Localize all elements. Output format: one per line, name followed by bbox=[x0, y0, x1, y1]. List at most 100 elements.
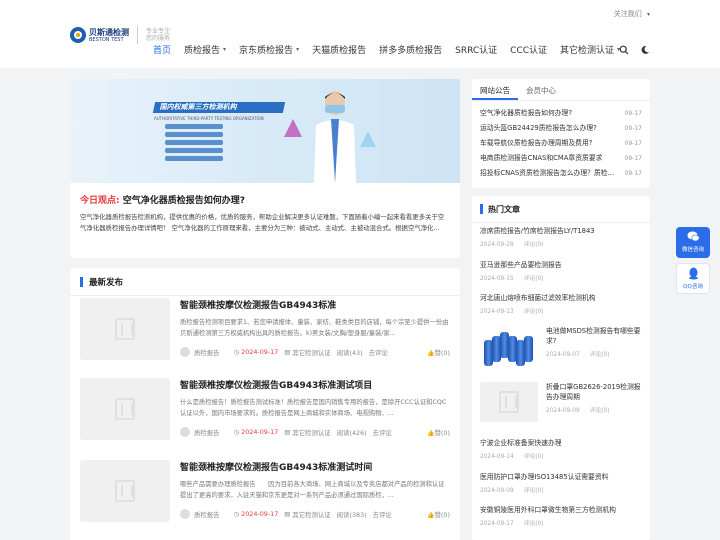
today-view-body: 空气净化器质检报告检测机构，提供优惠的价格，优质的服务，帮助企业解决更多认证难题… bbox=[80, 213, 445, 232]
placeholder-image-icon bbox=[499, 391, 519, 413]
post-thumbnail[interactable] bbox=[80, 298, 170, 360]
post-item[interactable]: 智能颈椎按摩仪检测报告GB4943标准 质检报告检测项目要求1、若您申请报体、童装… bbox=[80, 298, 450, 374]
notice-item[interactable]: 招投标CNAS资质检测报告怎么办理？质检... 09-17 bbox=[480, 166, 642, 181]
hot-article-date: 2024-09-15 bbox=[480, 276, 514, 282]
hero-banner[interactable]: 国内权威第三方检测机构 AUTHORITATIVE THIRD-PARTY TE… bbox=[70, 79, 460, 183]
post-title[interactable]: 智能颈椎按摩仪检测报告GB4943标准测试项目 bbox=[180, 378, 372, 391]
article-thumbnail[interactable] bbox=[480, 382, 538, 422]
tab-member-center[interactable]: 会员中心 bbox=[518, 79, 564, 100]
qq-consult-label: QQ咨询 bbox=[683, 284, 703, 290]
nav-item[interactable]: 拼多多质检报告 bbox=[379, 43, 442, 56]
clock-icon: ◷ bbox=[233, 510, 240, 518]
hot-article-date: 2024-09-09 bbox=[480, 488, 514, 494]
latest-heading: 最新发布 bbox=[70, 268, 460, 296]
notice-item[interactable]: 空气净化器质检报告如何办理? 09-17 bbox=[480, 106, 642, 121]
flask-image bbox=[360, 131, 376, 147]
folder-icon: ▤ bbox=[284, 348, 291, 356]
hot-articles: 热门文章 凉席质检报告/竹席检测报告LY/T1843 2024-09-28 评论(0… bbox=[472, 196, 650, 540]
post-author[interactable]: 质检报告 bbox=[194, 348, 220, 357]
nav-item[interactable]: 首页 bbox=[153, 43, 171, 56]
post-likes: 赞(0) bbox=[434, 510, 450, 519]
like-button[interactable]: 👍赞(0) bbox=[427, 428, 450, 437]
nav-item[interactable]: 其它检测认证 ▾ bbox=[560, 43, 620, 56]
notice-item[interactable]: 电商质检测报告CNAS和CMA章资质要求 09-17 bbox=[480, 151, 642, 166]
banner-title: 国内权威第三方检测机构 bbox=[152, 102, 286, 113]
hot-article-item[interactable]: 宁波企业标准备案快速办理 2024-09-14 评论(0) bbox=[480, 438, 645, 460]
hot-article-item[interactable]: 医用防护口罩办理ISO13485认证需要资料 2024-09-09 评论(0) bbox=[480, 472, 645, 494]
hot-article-text: 折叠口罩GB2626-2019检测报告办理周期 2024-09-09 评论(0) bbox=[546, 382, 646, 414]
post-date: 2024-09-17 bbox=[241, 510, 279, 518]
moon-icon[interactable] bbox=[640, 45, 650, 55]
today-view-heading[interactable]: 今日观点: 空气净化器质检报告如何办理? bbox=[80, 193, 450, 206]
today-view-title: 空气净化器质检报告如何办理? bbox=[122, 196, 245, 206]
post-item[interactable]: 智能颈椎按摩仪检测报告GB4943标准测试时间 哪些产品需要办理质检报告 因为目前… bbox=[80, 460, 450, 536]
post-category[interactable]: 其它检测认证 bbox=[292, 428, 330, 437]
logo-divider bbox=[137, 26, 138, 44]
search-icon[interactable] bbox=[619, 45, 629, 55]
nav-item[interactable]: 天猫质检报告 bbox=[312, 43, 366, 56]
clock-icon: ◷ bbox=[233, 428, 240, 436]
like-button[interactable]: 👍赞(0) bbox=[427, 348, 450, 357]
hot-article-title[interactable]: 安徽铜陵医用外科口罩微生物第三方检测机构 bbox=[480, 505, 645, 515]
notice-list: 空气净化器质检报告如何办理? 09-17 运动头盔GB24429质检报告怎么办理? 0… bbox=[472, 101, 650, 181]
hot-article-title[interactable]: 医用防护口罩办理ISO13485认证需要资料 bbox=[480, 472, 645, 482]
post-title[interactable]: 智能颈椎按摩仪检测报告GB4943标准测试时间 bbox=[180, 460, 372, 473]
nav-item[interactable]: 京东质检报告 ▾ bbox=[239, 43, 299, 56]
post-title[interactable]: 智能颈椎按摩仪检测报告GB4943标准 bbox=[180, 298, 336, 311]
qq-consult-button[interactable]: QQ咨询 bbox=[676, 263, 710, 294]
hot-article-item[interactable]: 安徽铜陵医用外科口罩微生物第三方检测机构 2024-09-17 评论(0) bbox=[480, 505, 645, 527]
hot-article-comments: 评论(0) bbox=[589, 408, 610, 414]
hot-article-comments: 评论(0) bbox=[523, 242, 544, 248]
nav-item-label: 天猫质检报告 bbox=[312, 46, 367, 56]
folder-icon: ▤ bbox=[284, 428, 291, 436]
post-comment-link[interactable]: 去评论 bbox=[373, 510, 392, 519]
today-view-prefix: 今日观点: bbox=[80, 196, 120, 206]
chevron-down-icon: ▾ bbox=[223, 46, 227, 53]
hot-article-title[interactable]: 宁波企业标准备案快速办理 bbox=[480, 438, 645, 448]
placeholder-image-icon bbox=[115, 398, 135, 420]
post-thumbnail[interactable] bbox=[80, 378, 170, 440]
post-category[interactable]: 其它检测认证 bbox=[292, 348, 330, 357]
nav-item[interactable]: CCC认证 bbox=[510, 43, 547, 56]
post-category[interactable]: 其它检测认证 bbox=[292, 510, 330, 519]
nav-item[interactable]: 质检报告 ▾ bbox=[184, 43, 226, 56]
avatar[interactable] bbox=[180, 427, 190, 437]
hot-article-title[interactable]: 河北唐山熔喷布细菌过滤效率检测机构 bbox=[480, 293, 645, 303]
post-meta: 质检报告 ◷ 2024-09-17 ▤ 其它检测认证 阅读(43) 去评论 👍赞(0) bbox=[180, 347, 450, 357]
tab-announcements[interactable]: 网站公告 bbox=[472, 79, 518, 100]
post-comment-link[interactable]: 去评论 bbox=[369, 348, 388, 357]
post-author[interactable]: 质检报告 bbox=[194, 510, 220, 519]
hot-article-title[interactable]: 凉席质检报告/竹席检测报告LY/T1843 bbox=[480, 226, 645, 236]
post-thumbnail[interactable] bbox=[80, 460, 170, 522]
avatar[interactable] bbox=[180, 509, 190, 519]
post-author[interactable]: 质检报告 bbox=[194, 428, 220, 437]
hot-article-title[interactable]: 亚马逊那些产品要检测报告 bbox=[480, 260, 645, 270]
hot-article-title[interactable]: 电池做MSDS检测报告有哪些要求? bbox=[546, 326, 646, 346]
notice-item[interactable]: 车载导航仪质检报告办理周期及费用? 09-17 bbox=[480, 136, 642, 151]
post-item[interactable]: 智能颈椎按摩仪检测报告GB4943标准测试项目 什么是质检报告！质检报告测试标准！… bbox=[80, 378, 450, 454]
hot-article-title[interactable]: 折叠口罩GB2626-2019检测报告办理周期 bbox=[546, 382, 646, 402]
hot-article-item[interactable]: 河北唐山熔喷布细菌过滤效率检测机构 2024-09-13 评论(0) bbox=[480, 293, 645, 315]
hot-article-item[interactable]: 电池做MSDS检测报告有哪些要求? 2024-09-07 评论(0) bbox=[480, 326, 645, 374]
post-likes: 赞(0) bbox=[434, 428, 450, 437]
post-comment-link[interactable]: 去评论 bbox=[373, 428, 392, 437]
hot-article-item[interactable]: 亚马逊那些产品要检测报告 2024-09-15 评论(0) bbox=[480, 260, 645, 282]
hot-article-meta: 2024-09-13 评论(0) bbox=[480, 306, 645, 315]
nav-item[interactable]: SRRC认证 bbox=[455, 43, 497, 56]
nav-item-label: SRRC认证 bbox=[455, 46, 498, 56]
wechat-consult-button[interactable]: 微信咨询 bbox=[676, 227, 710, 258]
hot-article-comments: 评论(0) bbox=[589, 352, 610, 358]
latest-posts: 最新发布 智能颈椎按摩仪检测报告GB4943标准 质检报告检测项目要求1、若您申请… bbox=[70, 268, 460, 540]
avatar[interactable] bbox=[180, 347, 190, 357]
notice-item[interactable]: 运动头盔GB24429质检报告怎么办理? 09-17 bbox=[480, 121, 642, 136]
follow-us-link[interactable]: 关注我们 ▾ bbox=[614, 9, 650, 19]
placeholder-image-icon bbox=[115, 318, 135, 340]
hot-article-item[interactable]: 折叠口罩GB2626-2019检测报告办理周期 2024-09-09 评论(0) bbox=[480, 382, 645, 430]
scientist-image bbox=[314, 91, 356, 183]
thumbs-up-icon: 👍 bbox=[427, 511, 435, 519]
site-logo[interactable]: 贝斯通检测 BESTON TEST 专业专注 您的服务 bbox=[70, 26, 170, 44]
like-button[interactable]: 👍赞(0) bbox=[427, 510, 450, 519]
hot-article-item[interactable]: 凉席质检报告/竹席检测报告LY/T1843 2024-09-28 评论(0) bbox=[480, 226, 645, 248]
chevron-down-icon: ▾ bbox=[296, 46, 300, 53]
battery-image[interactable] bbox=[480, 326, 538, 366]
